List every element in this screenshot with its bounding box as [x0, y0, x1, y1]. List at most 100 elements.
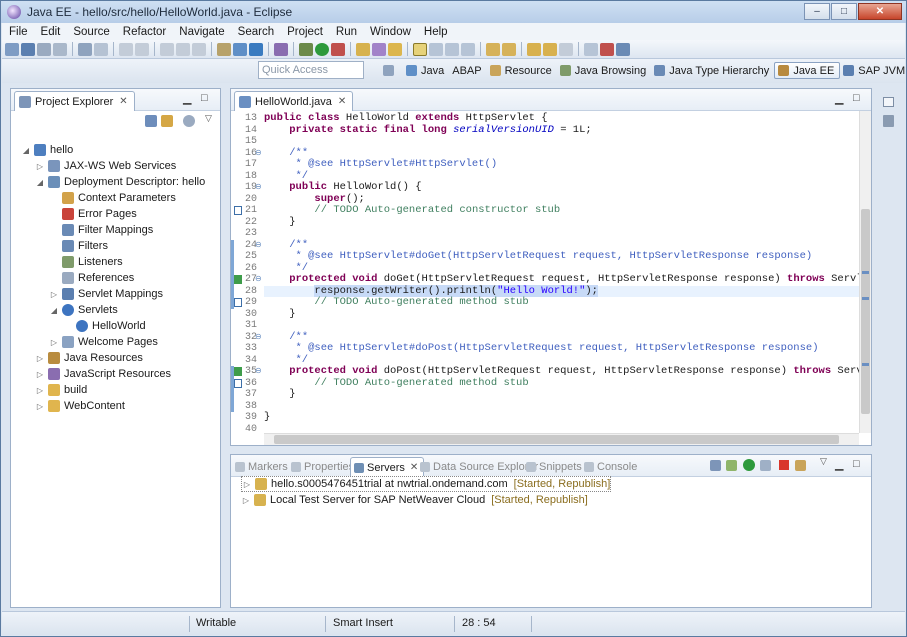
open-type-icon[interactable]: [356, 42, 370, 56]
block-selection-icon[interactable]: [445, 42, 459, 56]
outline-icon[interactable]: [883, 115, 894, 127]
code-line[interactable]: public HelloWorld() {: [264, 181, 859, 194]
cut-icon[interactable]: [160, 42, 174, 56]
redo-icon[interactable]: [135, 42, 149, 56]
sap-icon[interactable]: [600, 42, 614, 56]
close-tab-icon[interactable]: ✕: [119, 96, 127, 107]
fold-toggle-icon[interactable]: ⊖: [255, 274, 262, 284]
last-edit-icon[interactable]: [527, 42, 541, 56]
tab-helloworld-java[interactable]: HelloWorld.java ✕: [234, 91, 354, 111]
open-perspective-button[interactable]: [380, 62, 403, 79]
tab-console[interactable]: Console: [584, 458, 637, 476]
code-line[interactable]: // TODO Auto-generated method stub: [264, 296, 859, 309]
code-line[interactable]: private static final long serialVersionU…: [264, 124, 859, 137]
skip-breakpoints-icon[interactable]: [274, 42, 288, 56]
cloud-icon[interactable]: [616, 42, 630, 56]
close-button[interactable]: ✕: [858, 3, 902, 20]
menu-run[interactable]: Run: [329, 26, 363, 38]
menu-search[interactable]: Search: [231, 26, 280, 38]
show-whitespace-icon[interactable]: [461, 42, 475, 56]
view-menu-icon[interactable]: [183, 115, 195, 127]
maximize-view-icon[interactable]: □: [853, 458, 860, 470]
menu-edit[interactable]: Edit: [34, 26, 67, 38]
forward-icon[interactable]: [559, 42, 573, 56]
quick-access-field[interactable]: Quick Access: [258, 61, 364, 79]
server-icon[interactable]: [78, 42, 92, 56]
minimize-view-icon[interactable]: ▁: [835, 458, 843, 471]
annotation-marker[interactable]: [862, 363, 869, 366]
code-line[interactable]: * @see HttpServlet#HttpServlet(): [264, 158, 859, 171]
menu-navigate[interactable]: Navigate: [172, 26, 230, 38]
tab-markers[interactable]: Markers: [235, 458, 288, 476]
new-icon[interactable]: [5, 42, 19, 56]
start-server-icon[interactable]: [743, 459, 755, 471]
open-task-icon[interactable]: [372, 42, 386, 56]
tab-snippets[interactable]: Snippets: [526, 458, 582, 476]
annotation-marker[interactable]: [862, 297, 869, 300]
previous-annotation-icon[interactable]: [502, 42, 516, 56]
tree-item[interactable]: ▷ JAX-WS Web Services: [35, 158, 176, 174]
tab-data-source-explorer[interactable]: Data Source Explorer: [420, 458, 538, 476]
new-project-icon[interactable]: [217, 42, 231, 56]
code-line[interactable]: }: [264, 216, 859, 229]
horizontal-scrollbar[interactable]: [264, 433, 859, 445]
tree-item[interactable]: Listeners: [49, 254, 123, 270]
collapse-arrow-icon[interactable]: ◢: [35, 178, 45, 187]
fold-toggle-icon[interactable]: ⊖: [255, 366, 262, 376]
override-marker-icon[interactable]: [234, 367, 242, 376]
fold-toggle-icon[interactable]: ⊖: [255, 182, 262, 192]
server-row[interactable]: ▷ hello.s0005476451trial at nwtrial.onde…: [241, 476, 612, 492]
collapse-all-icon[interactable]: [710, 460, 721, 471]
code-line[interactable]: // TODO Auto-generated constructor stub: [264, 204, 859, 217]
code-line[interactable]: [264, 136, 859, 148]
expand-arrow-icon[interactable]: ▷: [49, 338, 59, 347]
minimize-view-icon[interactable]: ▁: [835, 92, 843, 105]
tab-servers[interactable]: Servers ✕: [350, 457, 425, 477]
tree-item[interactable]: ◢ Servlets: [49, 302, 118, 318]
code-line[interactable]: * @see HttpServlet#doPost(HttpServletReq…: [264, 342, 859, 355]
chevron-down-icon[interactable]: ▽: [820, 456, 827, 467]
link-with-editor-icon[interactable]: [161, 115, 173, 127]
close-tab-icon[interactable]: ✕: [338, 96, 346, 107]
tree-item[interactable]: ▷ Welcome Pages: [49, 334, 158, 350]
tree-item[interactable]: ▷ Java Resources: [35, 350, 143, 366]
server-row[interactable]: ▷ Local Test Server for SAP NetWeaver Cl…: [241, 492, 588, 508]
tree-item[interactable]: ▷ WebContent: [35, 398, 125, 414]
maximize-button[interactable]: □: [831, 3, 857, 20]
override-marker-icon[interactable]: [234, 275, 242, 284]
code-area[interactable]: 13 14 15 16 ⊖ 17 18 19 ⊖ 20 21 22 23 24 ⊖ 25 26 27 ⊖ 28 29 30…: [231, 111, 871, 445]
tree-item[interactable]: ◢ Deployment Descriptor: hello: [35, 174, 205, 190]
minimize-view-icon[interactable]: ▁: [183, 92, 191, 105]
close-tab-icon[interactable]: ✕: [410, 462, 418, 473]
fold-toggle-icon[interactable]: ⊖: [255, 240, 262, 250]
mark-occurrences-icon[interactable]: [413, 42, 427, 56]
undo-icon[interactable]: [119, 42, 133, 56]
menu-window[interactable]: Window: [363, 26, 417, 38]
maximize-view-icon[interactable]: □: [201, 92, 208, 104]
expand-arrow-icon[interactable]: ▷: [35, 386, 45, 395]
run-external-icon[interactable]: [331, 42, 345, 56]
print-icon[interactable]: [53, 42, 67, 56]
restore-icon[interactable]: [883, 97, 894, 107]
scroll-thumb[interactable]: [274, 435, 839, 444]
vertical-scrollbar[interactable]: [859, 111, 871, 433]
perspective-java-browsing[interactable]: Java Browsing: [557, 62, 652, 79]
collapse-all-icon[interactable]: [145, 115, 157, 127]
tree-item[interactable]: ◢ hello: [21, 142, 73, 158]
new-package-icon[interactable]: [233, 42, 247, 56]
word-wrap-icon[interactable]: [429, 42, 443, 56]
code-line[interactable]: [264, 424, 859, 434]
save-all-icon[interactable]: [37, 42, 51, 56]
expand-arrow-icon[interactable]: ▷: [35, 370, 45, 379]
tree-item[interactable]: ▷ build: [35, 382, 87, 398]
menu-file[interactable]: File: [2, 26, 34, 38]
menu-project[interactable]: Project: [280, 26, 329, 38]
globe-icon[interactable]: [249, 42, 263, 56]
code-line[interactable]: }: [264, 308, 859, 321]
menu-refactor[interactable]: Refactor: [116, 26, 172, 38]
task-marker-icon[interactable]: [234, 378, 242, 388]
pin-editor-icon[interactable]: [584, 42, 598, 56]
tree-item[interactable]: Error Pages: [49, 206, 137, 222]
minimize-button[interactable]: –: [804, 3, 830, 20]
copy-icon[interactable]: [176, 42, 190, 56]
